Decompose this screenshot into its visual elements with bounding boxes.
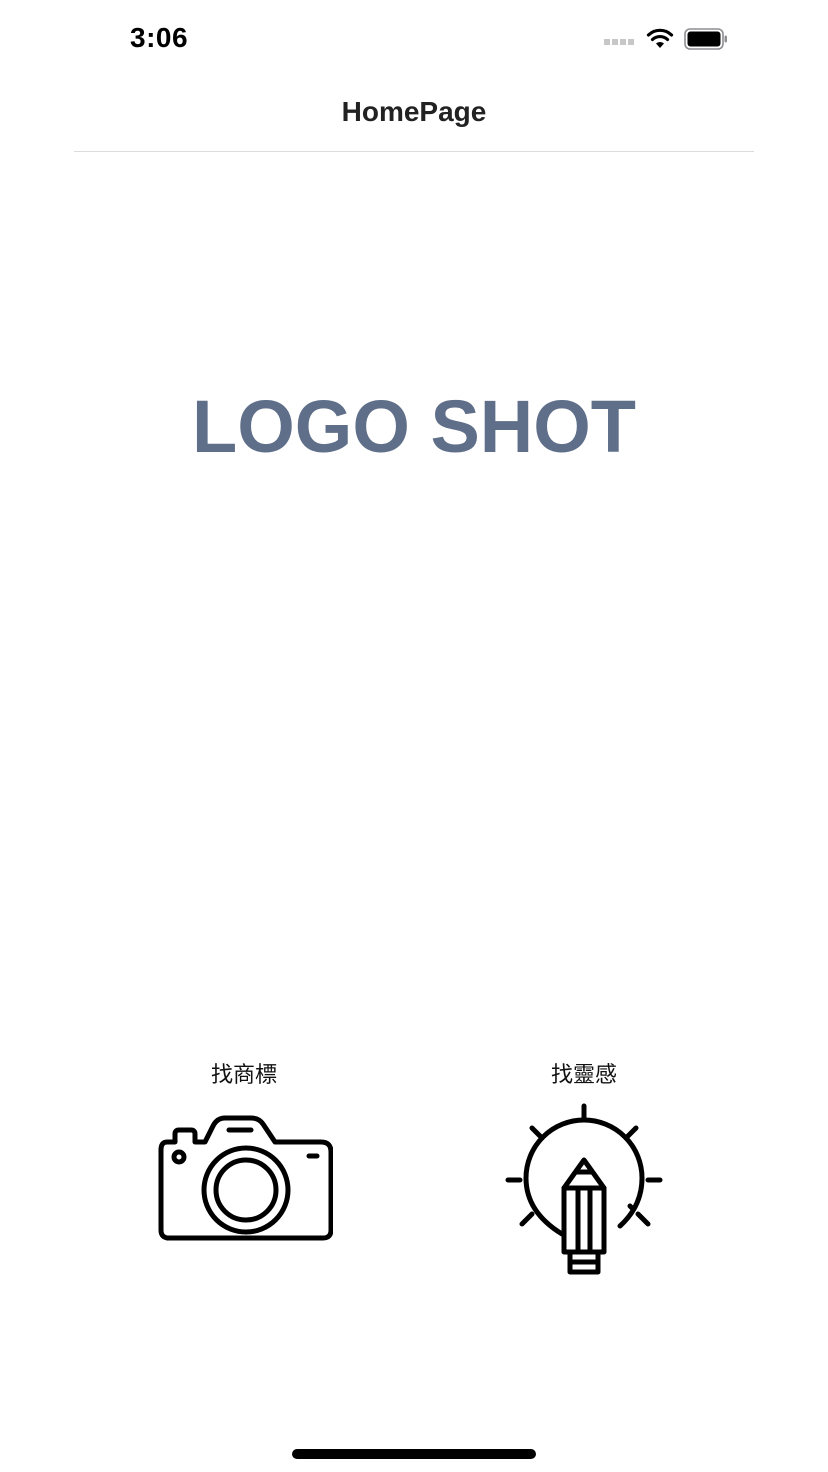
battery-icon [684, 27, 728, 55]
status-icons [604, 27, 728, 55]
find-inspiration-button[interactable]: 找靈感 [464, 1058, 704, 1283]
nav-divider [74, 151, 754, 152]
logo-text: LOGO SHOT [192, 385, 636, 468]
status-time: 3:06 [130, 22, 189, 53]
find-inspiration-label: 找靈感 [550, 1063, 617, 1088]
nav-title: HomePage [341, 96, 487, 127]
lightbulb-pencil-icon[interactable] [502, 1102, 666, 1283]
camera-icon[interactable] [155, 1102, 334, 1251]
signal-icon [604, 32, 636, 50]
wifi-icon [646, 28, 674, 55]
home-indicator[interactable] [292, 1449, 536, 1459]
find-trademark-label: 找商標 [210, 1063, 277, 1088]
find-trademark-button[interactable]: 找商標 [124, 1058, 364, 1251]
